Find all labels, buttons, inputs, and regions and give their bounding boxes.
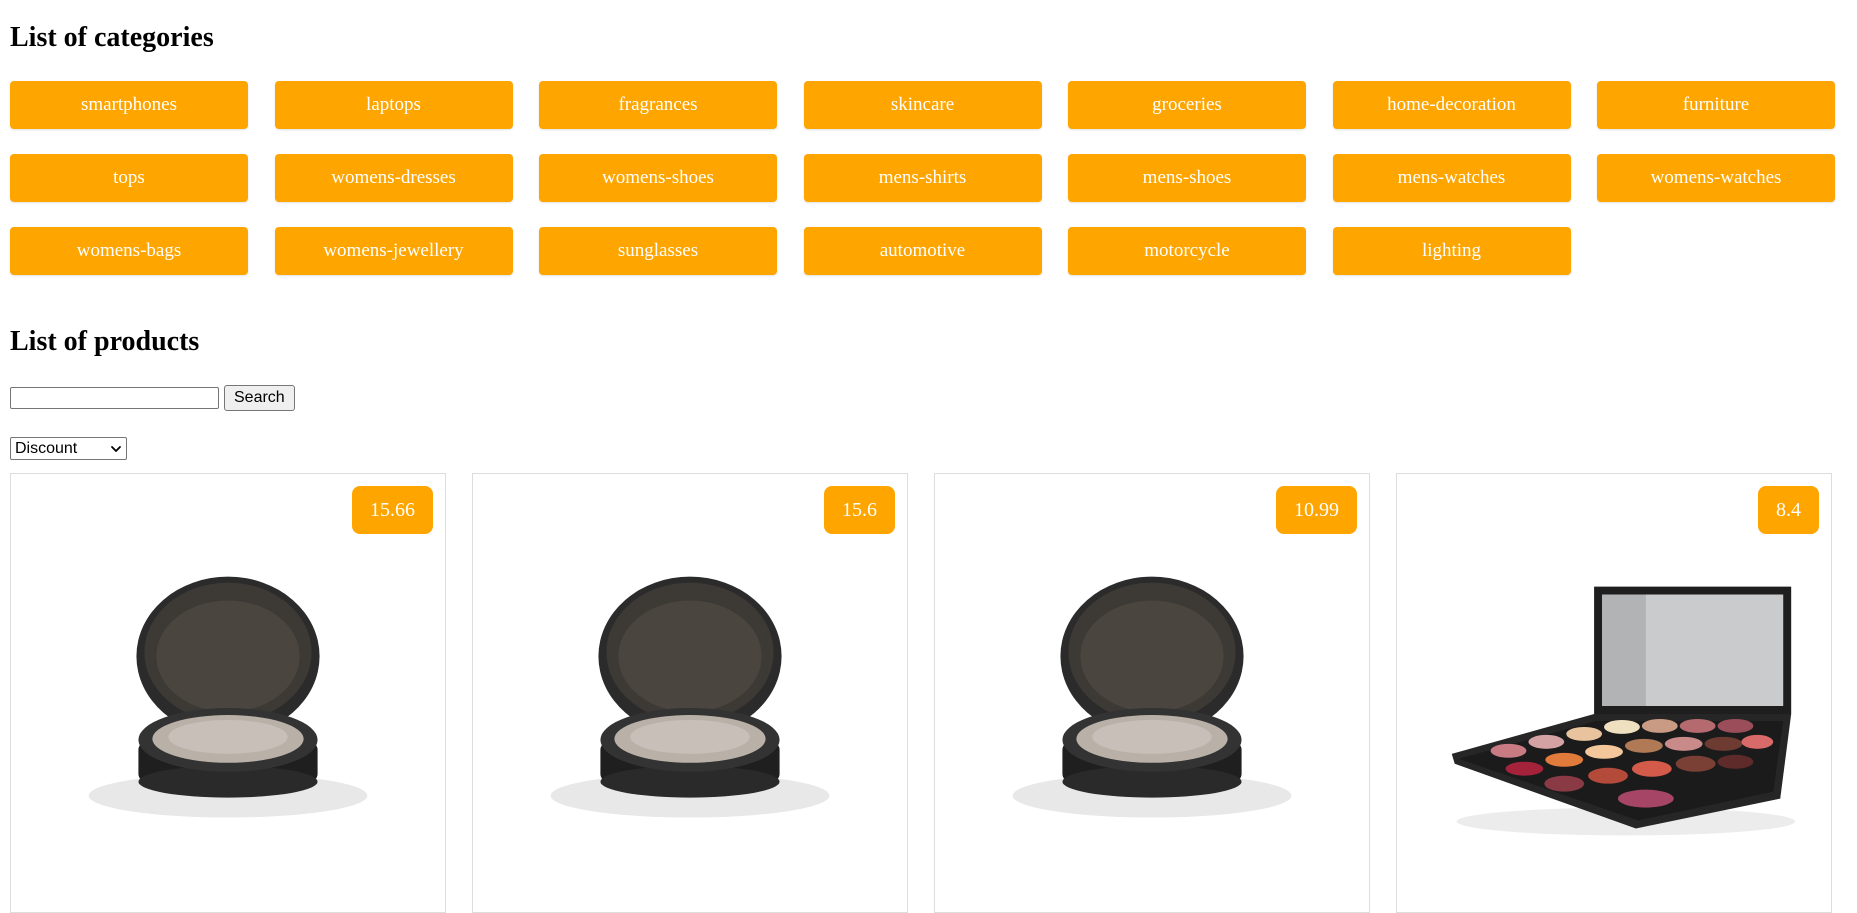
product-card[interactable]: 15.66 — [10, 473, 446, 913]
category-button-mens-shoes[interactable]: mens-shoes — [1068, 154, 1306, 202]
category-button-smartphones[interactable]: smartphones — [10, 81, 248, 129]
category-list: smartphones laptops fragrances skincare … — [10, 81, 1837, 275]
discount-badge: 15.6 — [824, 486, 895, 534]
sort-select-value: Discount — [15, 439, 78, 457]
product-card[interactable]: 8.4 — [1396, 473, 1832, 913]
category-button-womens-shoes[interactable]: womens-shoes — [539, 154, 777, 202]
page: List of categories smartphones laptops f… — [0, 0, 1857, 913]
category-button-sunglasses[interactable]: sunglasses — [539, 227, 777, 275]
search-button[interactable]: Search — [224, 385, 295, 411]
product-image-eyeshadow-palette — [1451, 586, 1796, 836]
products-heading: List of products — [10, 326, 200, 357]
category-button-womens-bags[interactable]: womens-bags — [10, 227, 248, 275]
category-button-motorcycle[interactable]: motorcycle — [1068, 227, 1306, 275]
category-button-home-decoration[interactable]: home-decoration — [1332, 81, 1571, 129]
discount-badge: 10.99 — [1276, 486, 1357, 534]
product-list: 15.66 15.6 10.99 8.4 — [10, 473, 1832, 913]
chevron-down-icon — [111, 445, 121, 452]
category-button-tops[interactable]: tops — [10, 154, 248, 202]
product-card[interactable]: 10.99 — [934, 473, 1370, 913]
category-button-womens-dresses[interactable]: womens-dresses — [274, 154, 513, 202]
category-button-womens-jewellery[interactable]: womens-jewellery — [274, 227, 513, 275]
category-button-fragrances[interactable]: fragrances — [539, 81, 777, 129]
discount-badge: 8.4 — [1758, 486, 1819, 534]
category-button-skincare[interactable]: skincare — [803, 81, 1042, 129]
category-button-womens-watches[interactable]: womens-watches — [1597, 154, 1835, 202]
product-image-compact-powder — [1012, 576, 1292, 818]
category-button-groceries[interactable]: groceries — [1068, 81, 1306, 129]
product-card[interactable]: 15.6 — [472, 473, 908, 913]
product-image-compact-powder — [88, 576, 368, 818]
category-button-lighting[interactable]: lighting — [1332, 227, 1571, 275]
category-button-mens-shirts[interactable]: mens-shirts — [803, 154, 1042, 202]
search-input[interactable] — [10, 387, 219, 409]
category-button-mens-watches[interactable]: mens-watches — [1332, 154, 1571, 202]
categories-heading: List of categories — [10, 22, 214, 53]
search-bar: Search — [10, 385, 295, 411]
product-image-compact-powder — [550, 576, 830, 818]
category-button-laptops[interactable]: laptops — [274, 81, 513, 129]
category-button-furniture[interactable]: furniture — [1597, 81, 1835, 129]
discount-badge: 15.66 — [352, 486, 433, 534]
sort-select[interactable]: Discount — [10, 437, 127, 460]
category-button-automotive[interactable]: automotive — [803, 227, 1042, 275]
